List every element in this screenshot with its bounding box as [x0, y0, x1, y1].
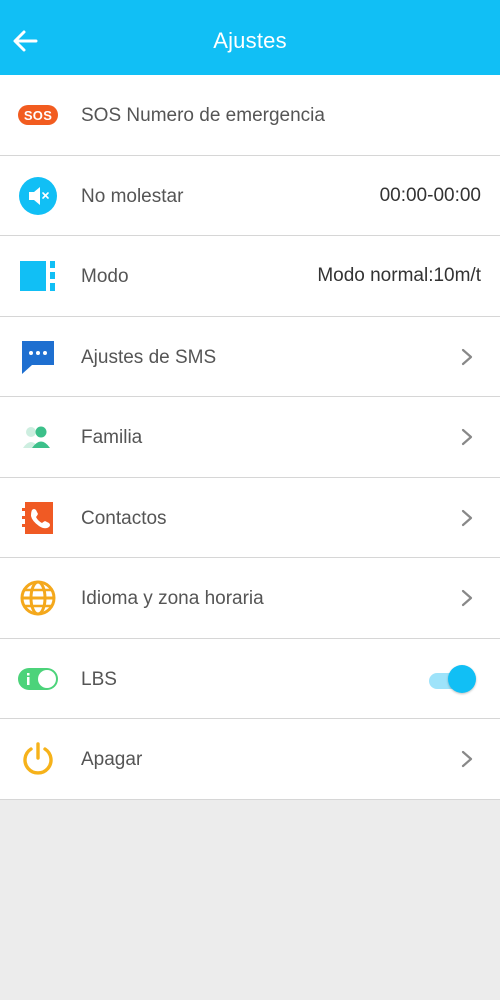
settings-item-family[interactable]: Familia [0, 397, 500, 478]
settings-item-lbs: LBS [0, 638, 500, 719]
power-icon [18, 741, 58, 777]
toggle-knob [448, 664, 476, 693]
mode-icon [18, 258, 58, 294]
page-title: Ajustes [213, 28, 287, 53]
settings-item-label: Idioma y zona horaria [81, 588, 264, 609]
family-icon [18, 419, 58, 455]
settings-item-power-off[interactable]: Apagar [0, 719, 500, 800]
settings-item-label: Familia [81, 427, 143, 448]
settings-item-label: SOS Numero de emergencia [81, 105, 325, 126]
sos-badge: SOS [18, 105, 58, 125]
settings-item-language-timezone[interactable]: Idioma y zona horaria [0, 558, 500, 639]
chevron-right-icon [461, 589, 473, 607]
settings-item-sms[interactable]: Ajustes de SMS [0, 316, 500, 397]
sos-icon: SOS [18, 97, 58, 133]
chevron-right-icon [461, 428, 473, 446]
settings-item-label: Modo [81, 266, 129, 287]
globe-icon [18, 580, 58, 616]
settings-item-contacts[interactable]: Contactos [0, 477, 500, 558]
settings-item-label: No molestar [81, 185, 184, 207]
contacts-icon [18, 500, 58, 536]
settings-item-label: Contactos [81, 507, 167, 529]
lbs-toggle-icon [18, 661, 58, 697]
chevron-right-icon [461, 509, 473, 526]
lbs-toggle-switch[interactable] [426, 664, 476, 693]
settings-item-label: Ajustes de SMS [81, 346, 217, 368]
app-header: Ajustes [0, 0, 500, 75]
settings-list: SOS SOS Numero de emergencia No molestar… [0, 75, 500, 800]
chevron-right-icon [461, 348, 473, 365]
chevron-right-icon [461, 750, 473, 768]
settings-item-label: Apagar [81, 749, 143, 770]
mute-speaker-icon [18, 176, 58, 215]
sms-icon [18, 339, 58, 375]
settings-item-mode[interactable]: Modo Modo normal:10m/t [0, 236, 500, 317]
mode-value: Modo normal:10m/t [317, 265, 481, 286]
do-not-disturb-time: 00:00-00:00 [379, 184, 481, 206]
settings-item-label: LBS [81, 668, 117, 690]
settings-item-sos[interactable]: SOS SOS Numero de emergencia [0, 75, 500, 156]
settings-item-do-not-disturb[interactable]: No molestar 00:00-00:00 [0, 155, 500, 236]
